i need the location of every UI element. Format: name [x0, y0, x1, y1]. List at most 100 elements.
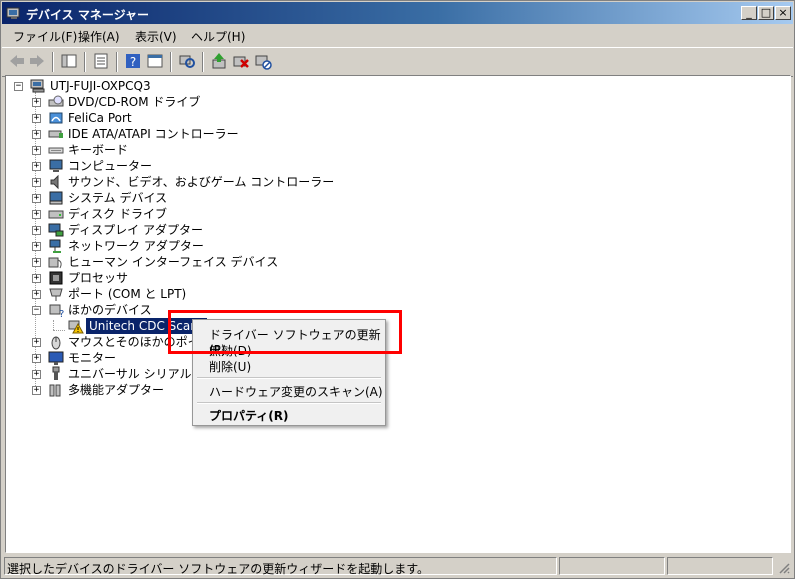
menu-properties[interactable]: プロパティ(R) — [209, 407, 289, 424]
tree-node-label: IDE ATA/ATAPI コントローラー — [68, 127, 239, 141]
tree-node-label: プロセッサ — [68, 271, 129, 285]
expand-toggle[interactable]: + — [32, 290, 41, 299]
tree-node-label: システム デバイス — [68, 191, 168, 205]
dvd-drive-icon — [48, 95, 64, 107]
tree-root-label: UTJ-FUJI-OXPCQ3 — [50, 79, 151, 93]
expand-toggle[interactable]: + — [32, 242, 41, 251]
computer-icon — [49, 159, 63, 172]
hid-icon — [48, 257, 62, 269]
tree-node-label: コンピューター — [68, 159, 153, 173]
expand-toggle[interactable]: + — [32, 194, 41, 203]
collapse-toggle[interactable]: − — [32, 306, 41, 315]
window-title: デバイス マネージャー — [26, 8, 149, 22]
multifunction-adapter-icon — [49, 384, 61, 397]
minimize-button[interactable]: _ — [741, 6, 757, 20]
tree-node-label: サウンド、ビデオ、およびゲーム コントローラー — [68, 175, 335, 189]
menu-separator — [197, 377, 381, 379]
toolbar-separator — [84, 52, 86, 72]
toolbar-separator — [170, 52, 172, 72]
expand-toggle[interactable]: + — [32, 386, 41, 395]
tree-node-label: 多機能アダプター — [68, 383, 165, 397]
properties-icon[interactable] — [92, 52, 110, 70]
expand-toggle[interactable]: + — [32, 258, 41, 267]
mouse-icon — [51, 336, 61, 350]
tree-node-label: ネットワーク アダプター — [68, 239, 204, 253]
resize-grip-icon[interactable] — [778, 562, 790, 574]
expand-toggle[interactable]: + — [32, 354, 41, 363]
collapse-toggle[interactable]: − — [14, 82, 23, 91]
maximize-button[interactable]: □ — [758, 6, 774, 20]
expand-toggle[interactable]: + — [32, 226, 41, 235]
menu-scan-hardware[interactable]: ハードウェア変更のスキャン(A) — [209, 383, 383, 400]
back-icon[interactable] — [8, 52, 26, 70]
scan-hardware-icon[interactable] — [178, 52, 196, 70]
status-bar: 選択したデバイスのドライバー ソフトウェアの更新ウィザードを起動します。 — [2, 556, 793, 578]
help-icon[interactable]: ? — [124, 52, 142, 70]
show-hide-icon[interactable] — [146, 52, 164, 70]
status-pane-main: 選択したデバイスのドライバー ソフトウェアの更新ウィザードを起動します。 — [4, 557, 557, 576]
menu-help[interactable]: ヘルプ(H) — [191, 28, 245, 45]
other-devices-icon: ? — [49, 304, 64, 318]
red-highlight-box — [168, 310, 402, 354]
toolbar: ? — [2, 47, 793, 77]
expand-toggle[interactable]: + — [32, 210, 41, 219]
status-pane-2 — [559, 557, 665, 575]
uninstall-icon[interactable] — [232, 52, 250, 70]
tree-node-label: モニター — [68, 351, 117, 365]
sound-icon — [50, 174, 59, 190]
menu-view[interactable]: 表示(V) — [135, 28, 177, 45]
toolbar-separator — [202, 52, 204, 72]
tree-node-label: ほかのデバイス — [68, 303, 152, 317]
expand-toggle[interactable]: + — [32, 370, 41, 379]
expand-toggle[interactable]: + — [32, 98, 41, 107]
expand-toggle[interactable]: + — [32, 162, 41, 171]
console-tree-icon[interactable] — [60, 52, 78, 70]
device-manager-app-icon — [6, 7, 20, 19]
expand-toggle[interactable]: + — [32, 274, 41, 283]
status-pane-3 — [667, 557, 773, 575]
toolbar-separator — [52, 52, 54, 72]
menu-bar: ファイル(F) 操作(A) 表示(V) ヘルプ(H) — [2, 25, 793, 45]
tree-node-label: FeliCa Port — [68, 111, 132, 125]
computer-root-icon — [30, 79, 45, 93]
menu-uninstall[interactable]: 削除(U) — [209, 358, 251, 375]
tree-node-label: DVD/CD-ROM ドライブ — [68, 95, 201, 109]
port-icon — [49, 288, 63, 301]
display-adapter-icon — [48, 223, 64, 237]
forward-icon[interactable] — [28, 52, 46, 70]
menu-separator — [197, 402, 381, 404]
tree-node-label: ヒューマン インターフェイス デバイス — [68, 255, 279, 269]
processor-icon — [49, 271, 63, 285]
status-text: 選択したデバイスのドライバー ソフトウェアの更新ウィザードを起動します。 — [7, 562, 430, 576]
svg-text:?: ? — [130, 55, 136, 69]
menu-action[interactable]: 操作(A) — [78, 28, 120, 45]
update-driver-icon[interactable] — [210, 52, 228, 70]
tree-node-label: ディスク ドライブ — [68, 207, 167, 221]
monitor-icon — [48, 351, 64, 365]
tree-connector — [53, 330, 65, 331]
tree-node-label: ポート (COM と LPT) — [68, 287, 187, 301]
expand-toggle[interactable]: + — [32, 146, 41, 155]
expand-toggle[interactable]: + — [32, 114, 41, 123]
device-manager-window: デバイス マネージャー _ □ × ファイル(F) 操作(A) 表示(V) ヘル… — [0, 0, 795, 579]
title-bar[interactable]: デバイス マネージャー _ □ × — [2, 2, 793, 24]
disable-icon[interactable] — [254, 52, 272, 70]
toolbar-separator — [116, 52, 118, 72]
expand-toggle[interactable]: + — [32, 178, 41, 187]
tree-connector — [53, 320, 54, 330]
menu-file[interactable]: ファイル(F) — [13, 28, 77, 45]
disk-drive-icon — [48, 210, 64, 219]
close-button[interactable]: × — [775, 6, 791, 20]
system-device-icon — [49, 191, 63, 205]
expand-toggle[interactable]: + — [32, 338, 41, 347]
keyboard-icon — [48, 147, 64, 154]
ide-controller-icon — [48, 130, 63, 138]
tree-node-label: ディスプレイ アダプター — [68, 223, 203, 237]
felica-icon — [49, 112, 63, 124]
svg-text:?: ? — [59, 309, 64, 318]
network-adapter-icon — [49, 239, 61, 253]
tree-node-label: キーボード — [68, 143, 129, 157]
expand-toggle[interactable]: + — [32, 130, 41, 139]
usb-icon — [52, 366, 60, 380]
warning-device-icon — [68, 320, 84, 334]
